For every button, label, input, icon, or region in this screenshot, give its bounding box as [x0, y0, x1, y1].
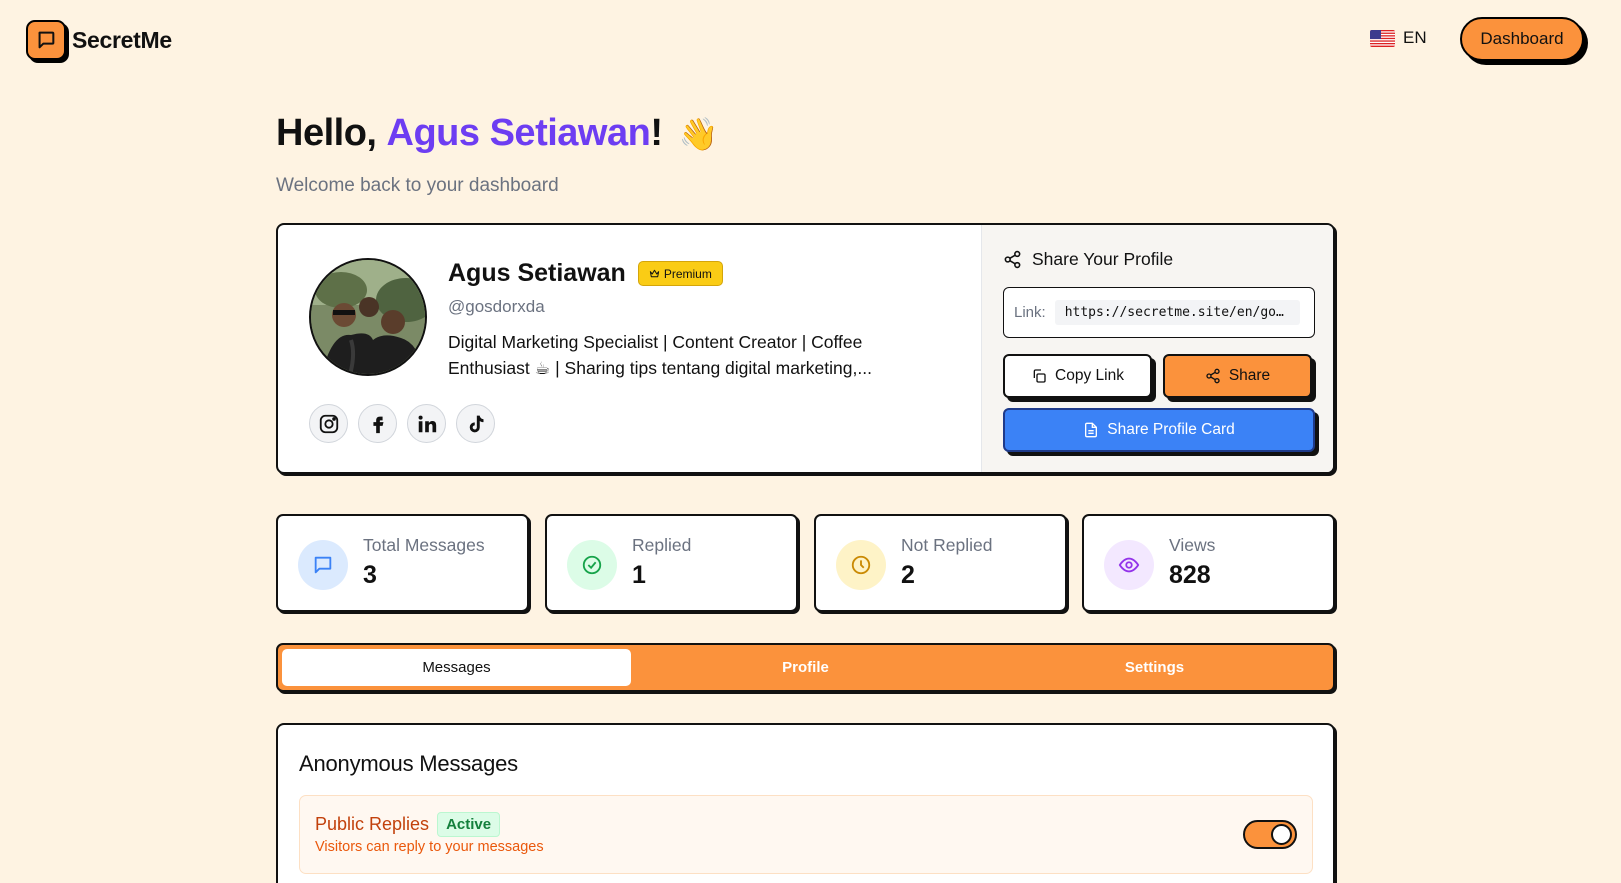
check-circle-icon [567, 540, 617, 590]
stat-label: Replied [632, 535, 692, 555]
profile-handle: @gosdorxda [448, 297, 545, 316]
public-replies-toggle[interactable] [1243, 820, 1297, 849]
us-flag-icon [1370, 29, 1395, 47]
dashboard-tabs: Messages Profile Settings [276, 643, 1335, 692]
waving-hand-icon: 👋 [678, 115, 718, 152]
public-replies-description: Visitors can reply to your messages [315, 839, 544, 855]
dashboard-button[interactable]: Dashboard [1460, 17, 1584, 61]
stat-label: Not Replied [901, 535, 993, 555]
share-panel-title: Share Your Profile [1003, 249, 1173, 270]
messages-title: Anonymous Messages [299, 751, 518, 776]
instagram-icon[interactable] [309, 404, 348, 443]
facebook-icon[interactable] [358, 404, 397, 443]
stat-views: Views 828 [1082, 514, 1335, 612]
crown-icon [649, 269, 659, 278]
copy-link-button[interactable]: Copy Link [1003, 354, 1152, 398]
page-subtitle: Welcome back to your dashboard [276, 175, 559, 196]
clock-icon [836, 540, 886, 590]
premium-badge-label: Premium [663, 266, 712, 281]
brand-name: SecretMe [72, 26, 172, 53]
premium-badge: Premium [637, 261, 723, 286]
public-replies-setting: Public Replies Active Visitors can reply… [299, 795, 1313, 874]
status-badge: Active [437, 812, 501, 837]
document-icon [1085, 422, 1098, 438]
stat-total-messages: Total Messages 3 [276, 514, 529, 612]
stat-replied: Replied 1 [545, 514, 798, 612]
messages-panel: Anonymous Messages Public Replies Active… [276, 723, 1335, 883]
share-panel: Share Your Profile Link: https://secretm… [981, 225, 1333, 472]
stat-label: Views [1169, 535, 1216, 555]
toggle-knob [1271, 824, 1292, 845]
stat-label: Total Messages [363, 535, 485, 555]
share-title-text: Share Your Profile [1032, 249, 1174, 269]
stat-value: 1 [632, 561, 646, 589]
share-button[interactable]: Share [1163, 354, 1312, 398]
share-profile-card-label: Share Profile Card [1107, 421, 1235, 438]
bio-line-1: Digital Marketing Specialist | Content C… [448, 332, 863, 352]
share-icon [1206, 368, 1220, 384]
greeting-prefix: Hello, [276, 112, 377, 154]
profile-link-field[interactable]: Link: https://secretme.site/en/gosdorxda [1003, 287, 1315, 338]
public-replies-title-row: Public Replies Active [315, 812, 501, 837]
avatar[interactable] [309, 258, 427, 376]
share-label: Share [1228, 367, 1271, 384]
social-links [309, 404, 495, 443]
public-replies-title: Public Replies [315, 814, 430, 834]
message-icon [298, 540, 348, 590]
profile-card: Agus Setiawan Premium @gosdorxda Digital… [276, 223, 1335, 474]
greeting-suffix: ! [650, 112, 663, 154]
page-title: Hello, Agus Setiawan! 👋 [276, 112, 718, 155]
stat-value: 2 [901, 561, 915, 589]
link-label: Link: [1014, 304, 1046, 321]
stat-not-replied: Not Replied 2 [814, 514, 1067, 612]
bio-line-2: Enthusiast ☕ | Sharing tips tentang digi… [448, 358, 872, 378]
profile-name: Agus Setiawan [448, 259, 626, 287]
linkedin-icon[interactable] [407, 404, 446, 443]
stat-value: 3 [363, 561, 377, 589]
language-selector[interactable]: EN [1370, 28, 1427, 48]
profile-link-url[interactable]: https://secretme.site/en/gosdorxda [1054, 300, 1300, 325]
tab-profile[interactable]: Profile [631, 649, 980, 686]
share-profile-card-button[interactable]: Share Profile Card [1003, 408, 1315, 452]
tiktok-icon[interactable] [456, 404, 495, 443]
eye-icon [1104, 540, 1154, 590]
profile-bio: Digital Marketing Specialist | Content C… [448, 329, 923, 381]
tab-settings[interactable]: Settings [980, 649, 1329, 686]
profile-name-row: Agus Setiawan Premium [448, 259, 723, 288]
copy-link-label: Copy Link [1055, 367, 1124, 384]
copy-icon [1033, 369, 1046, 383]
chat-bubble-icon [26, 20, 66, 60]
language-code: EN [1403, 28, 1427, 47]
share-icon [1004, 250, 1021, 269]
brand-logo[interactable]: SecretMe [26, 20, 172, 60]
tab-messages[interactable]: Messages [282, 649, 631, 686]
greeting-user-name: Agus Setiawan [386, 112, 651, 154]
stat-value: 828 [1169, 561, 1211, 589]
